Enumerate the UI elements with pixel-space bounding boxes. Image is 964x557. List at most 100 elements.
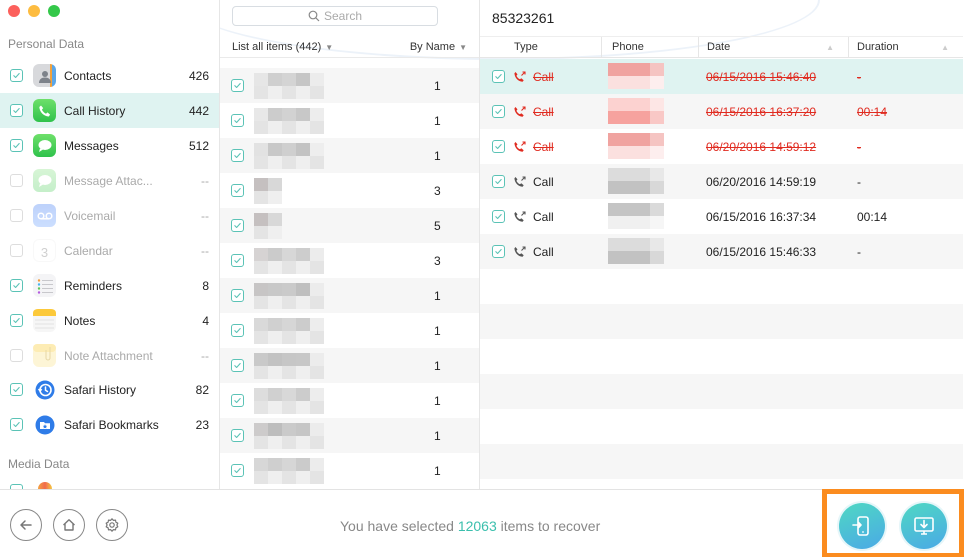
sidebar-item-safari-bookmarks[interactable]: Safari Bookmarks 23 <box>0 407 219 442</box>
checkbox[interactable] <box>10 314 23 327</box>
column-header-date[interactable]: Date ▲ <box>699 37 849 57</box>
sidebar-item-count: -- <box>201 173 209 188</box>
redacted-name <box>254 142 324 169</box>
recover-to-computer-icon <box>914 517 934 535</box>
sidebar-item-safari-history[interactable]: Safari History 82 <box>0 372 219 407</box>
sidebar-item-voicemail[interactable]: Voicemail -- <box>0 198 219 233</box>
maximize-window-button[interactable] <box>48 5 60 17</box>
checkbox[interactable] <box>231 254 244 267</box>
outgoing-call-icon <box>513 105 527 119</box>
column-header-duration[interactable]: Duration ▲ <box>849 37 963 57</box>
item-count: 1 <box>434 428 441 443</box>
home-button[interactable] <box>53 509 85 541</box>
call-row[interactable]: Call 06/15/2016 16:37:34 00:14 <box>480 199 963 234</box>
checkbox[interactable] <box>492 105 505 118</box>
list-item[interactable]: 1 <box>220 103 479 138</box>
list-item[interactable]: 1 <box>220 418 479 453</box>
sidebar-item-count: 8 <box>202 278 209 293</box>
item-count: 1 <box>434 323 441 338</box>
back-icon <box>20 520 32 530</box>
checkbox[interactable] <box>231 79 244 92</box>
call-row[interactable]: Call 06/15/2016 16:37:20 00:14 <box>480 94 963 129</box>
checkbox[interactable] <box>10 383 23 396</box>
checkbox[interactable] <box>10 104 23 117</box>
checkbox[interactable] <box>10 174 23 187</box>
list-item[interactable]: 1 <box>220 313 479 348</box>
checkbox[interactable] <box>10 418 23 431</box>
back-button[interactable] <box>10 509 42 541</box>
checkbox[interactable] <box>231 359 244 372</box>
settings-button[interactable] <box>96 509 128 541</box>
search-icon <box>308 10 320 22</box>
checkbox[interactable] <box>10 349 23 362</box>
checkbox[interactable] <box>231 289 244 302</box>
sidebar-item-notes[interactable]: Notes 4 <box>0 303 219 338</box>
search-input[interactable]: Search <box>232 6 438 26</box>
filter-dropdown[interactable]: List all items (442) ▼ <box>232 41 333 53</box>
checkbox[interactable] <box>231 324 244 337</box>
call-row[interactable]: Call 06/20/2016 14:59:19 - <box>480 164 963 199</box>
list-item[interactable]: 1 <box>220 138 479 173</box>
call-row[interactable]: Call 06/15/2016 15:46:33 - <box>480 234 963 269</box>
redacted-name <box>254 422 324 449</box>
checkbox[interactable] <box>10 139 23 152</box>
sidebar-item-reminders[interactable]: Reminders 8 <box>0 268 219 303</box>
checkbox[interactable] <box>231 114 244 127</box>
checkbox[interactable] <box>492 70 505 83</box>
sidebar-item-label: Contacts <box>64 68 112 83</box>
list-item[interactable]: 3 <box>220 173 479 208</box>
list-item[interactable]: 1 <box>220 383 479 418</box>
checkbox[interactable] <box>231 149 244 162</box>
empty-row <box>480 444 963 479</box>
call-type: Call <box>533 69 554 84</box>
checkbox[interactable] <box>231 184 244 197</box>
sidebar-item-note-attachment[interactable]: Note Attachment -- <box>0 338 219 373</box>
recover-to-computer-button[interactable] <box>901 503 947 549</box>
checkbox[interactable] <box>231 429 244 442</box>
sidebar-item-message-attac[interactable]: Message Attac... -- <box>0 163 219 198</box>
status-prefix: You have selected <box>340 518 454 534</box>
checkbox[interactable] <box>231 394 244 407</box>
minimize-window-button[interactable] <box>28 5 40 17</box>
selection-status: You have selected 12063 items to recover <box>340 518 600 534</box>
safari-bookmarks-icon <box>33 413 56 436</box>
call-row[interactable]: Call 06/15/2016 15:46:40 - <box>480 59 963 94</box>
empty-row <box>480 339 963 374</box>
checkbox[interactable] <box>10 244 23 257</box>
list-item[interactable]: 3 <box>220 243 479 278</box>
checkbox[interactable] <box>492 140 505 153</box>
list-item[interactable]: 1 <box>220 348 479 383</box>
checkbox[interactable] <box>492 245 505 258</box>
sidebar-item-label: Calendar <box>64 243 113 258</box>
checkbox[interactable] <box>231 219 244 232</box>
table-header: Type Phone Date ▲ Duration ▲ <box>480 36 963 58</box>
recover-to-device-icon <box>852 516 869 536</box>
chevron-down-icon: ▼ <box>325 42 334 52</box>
recover-to-device-button[interactable] <box>839 503 885 549</box>
list-item[interactable]: 1 <box>220 453 479 488</box>
sort-dropdown[interactable]: By Name ▼ <box>410 41 467 53</box>
sidebar-item-calendar[interactable]: 3 Calendar -- <box>0 233 219 268</box>
checkbox[interactable] <box>10 209 23 222</box>
close-window-button[interactable] <box>8 5 20 17</box>
sidebar-item-count: 442 <box>188 103 209 118</box>
checkbox[interactable] <box>10 279 23 292</box>
list-item[interactable]: 5 <box>220 208 479 243</box>
checkbox[interactable] <box>492 175 505 188</box>
sidebar-item-contacts[interactable]: Contacts 426 <box>0 58 219 93</box>
list-item[interactable]: 1 <box>220 68 479 103</box>
photos-icon <box>38 482 52 489</box>
redacted-name <box>254 317 324 344</box>
section-title-personal: Personal Data <box>8 37 85 51</box>
column-header-type[interactable]: Type <box>480 37 602 57</box>
call-type: Call <box>533 244 554 259</box>
call-row[interactable]: Call 06/20/2016 14:59:12 - <box>480 129 963 164</box>
list-item[interactable]: 1 <box>220 278 479 313</box>
checkbox[interactable] <box>10 69 23 82</box>
checkbox[interactable] <box>492 210 505 223</box>
sidebar-item-messages[interactable]: Messages 512 <box>0 128 219 163</box>
status-suffix: items to recover <box>500 518 601 534</box>
column-header-phone[interactable]: Phone <box>602 37 699 57</box>
sidebar-item-call-history[interactable]: Call History 442 <box>0 93 219 128</box>
checkbox[interactable] <box>231 464 244 477</box>
